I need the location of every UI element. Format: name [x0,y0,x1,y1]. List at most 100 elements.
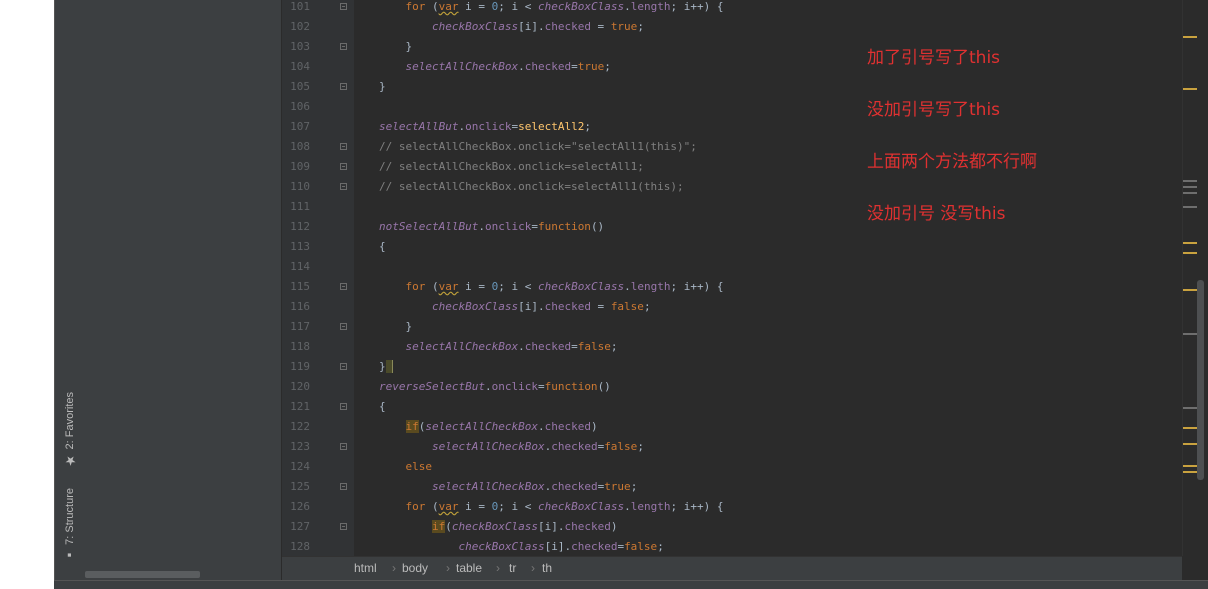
chevron-right-icon: › [392,561,396,575]
line-number: 113 [290,240,310,253]
vertical-scroll-thumb[interactable] [1197,280,1204,480]
fold-toggle-icon[interactable] [340,443,347,450]
line-number: 121 [290,400,310,413]
warning-marker[interactable] [1183,443,1197,445]
warning-marker[interactable] [1183,427,1197,429]
code-line: reverseSelectBut.onclick=function() [379,380,611,393]
line-number: 107 [290,120,310,133]
structure-tab[interactable]: ▪ 7: Structure [62,488,77,567]
line-number: 114 [290,260,310,273]
code-line: else [405,460,433,473]
info-marker[interactable] [1183,333,1197,335]
code-line: if(selectAllCheckBox.checked) [405,420,598,433]
line-number-gutter: 101 102 103 104 105 106 107 108 109 110 111 112 113 1… [282,0,354,556]
annotation-note-2: 没加引号写了this [867,100,1001,120]
favorites-tab[interactable]: ★ 2: Favorites [62,392,77,472]
line-number: 109 [290,160,310,173]
line-number: 108 [290,140,310,153]
code-line: // selectAllCheckBox.onclick=selectAll1; [379,160,644,173]
code-line: if(checkBoxClass[i].checked) [431,520,618,533]
warning-marker[interactable] [1183,88,1197,90]
code-line: } [379,40,413,53]
info-marker[interactable] [1183,407,1197,409]
chevron-right-icon: › [496,561,500,575]
line-number: 101 [290,0,310,13]
line-number: 125 [290,480,310,493]
line-number: 119 [290,360,310,373]
code-line: checkBoxClass[i].checked = false; [431,300,651,313]
line-number: 112 [290,220,310,233]
tool-panel [85,0,282,580]
code-line: // selectAllCheckBox.onclick=selectAll1(… [379,180,684,193]
fold-toggle-icon[interactable] [340,363,347,370]
fold-toggle-icon[interactable] [340,43,347,50]
warning-marker[interactable] [1183,36,1197,38]
warning-marker[interactable] [1183,252,1197,254]
fold-toggle-icon[interactable] [340,523,347,530]
line-number: 102 [290,20,310,33]
fold-toggle-icon[interactable] [340,403,347,410]
line-number: 117 [290,320,310,333]
line-number: 118 [290,340,310,353]
line-number: 116 [290,300,310,313]
breadcrumb-table[interactable]: table [456,561,482,575]
annotation-note-3: 上面两个方法都不行啊 [867,152,1037,172]
fold-toggle-icon[interactable] [340,183,347,190]
line-number: 115 [290,280,310,293]
line-number: 127 [290,520,310,533]
warning-marker[interactable] [1183,471,1197,473]
code-editor[interactable]: for (var i = 0; i < checkBoxClass.length… [354,0,1182,556]
code-line: selectAllCheckBox.checked=false; [431,440,644,453]
breadcrumb: html › body › table › tr › th [282,556,1182,581]
breadcrumb-tr[interactable]: tr [509,561,516,575]
code-line: { [379,240,386,253]
line-number: 122 [290,420,310,433]
chevron-right-icon: › [446,561,450,575]
error-stripe-scrollbar[interactable] [1182,0,1208,556]
fold-toggle-icon[interactable] [340,283,347,290]
line-number: 103 [290,40,310,53]
code-line: } [379,360,394,380]
breadcrumb-body[interactable]: body [402,561,428,575]
code-line: selectAllCheckBox.checked=true; [431,480,638,493]
info-marker[interactable] [1183,192,1197,194]
chevron-right-icon: › [531,561,535,575]
code-line: // selectAllCheckBox.onclick="selectAll1… [379,140,697,153]
warning-marker[interactable] [1183,289,1197,291]
breadcrumb-html[interactable]: html [354,561,377,575]
code-line: } [379,80,386,93]
fold-toggle-icon[interactable] [340,163,347,170]
line-number: 105 [290,80,310,93]
line-number: 111 [290,200,310,213]
fold-toggle-icon[interactable] [340,323,347,330]
fold-toggle-icon[interactable] [340,483,347,490]
code-line: for (var i = 0; i < checkBoxClass.length… [405,280,724,293]
fold-toggle-icon[interactable] [340,3,347,10]
info-marker[interactable] [1183,180,1197,182]
code-line: selectAllBut.onclick=selectAll2; [379,120,591,133]
fold-toggle-icon[interactable] [340,143,347,150]
code-line: } [379,320,413,333]
line-number: 104 [290,60,310,73]
info-marker[interactable] [1183,186,1197,188]
code-line: notSelectAllBut.onclick=function() [379,220,605,233]
code-line: selectAllCheckBox.checked=true; [405,60,611,73]
tool-panel-scrollbar[interactable] [85,571,200,578]
code-line: selectAllCheckBox.checked=false; [405,340,618,353]
annotation-note-4: 没加引号 没写this [867,204,1006,224]
breadcrumb-th[interactable]: th [542,561,552,575]
warning-marker[interactable] [1183,242,1197,244]
star-icon: ★ [62,452,77,468]
warning-marker[interactable] [1183,465,1197,467]
annotation-note-1: 加了引号写了this [867,48,1001,68]
line-number: 128 [290,540,310,553]
left-tool-strip: ★ 2: Favorites ▪ 7: Structure [54,0,86,580]
line-number: 126 [290,500,310,513]
fold-toggle-icon[interactable] [340,83,347,90]
line-number: 124 [290,460,310,473]
ide-window: ★ 2: Favorites ▪ 7: Structure 101 102 103 1… [54,0,1208,589]
info-marker[interactable] [1183,206,1197,208]
line-number: 106 [290,100,310,113]
line-number: 110 [290,180,310,193]
code-line: checkBoxClass[i].checked=false; [458,540,664,553]
